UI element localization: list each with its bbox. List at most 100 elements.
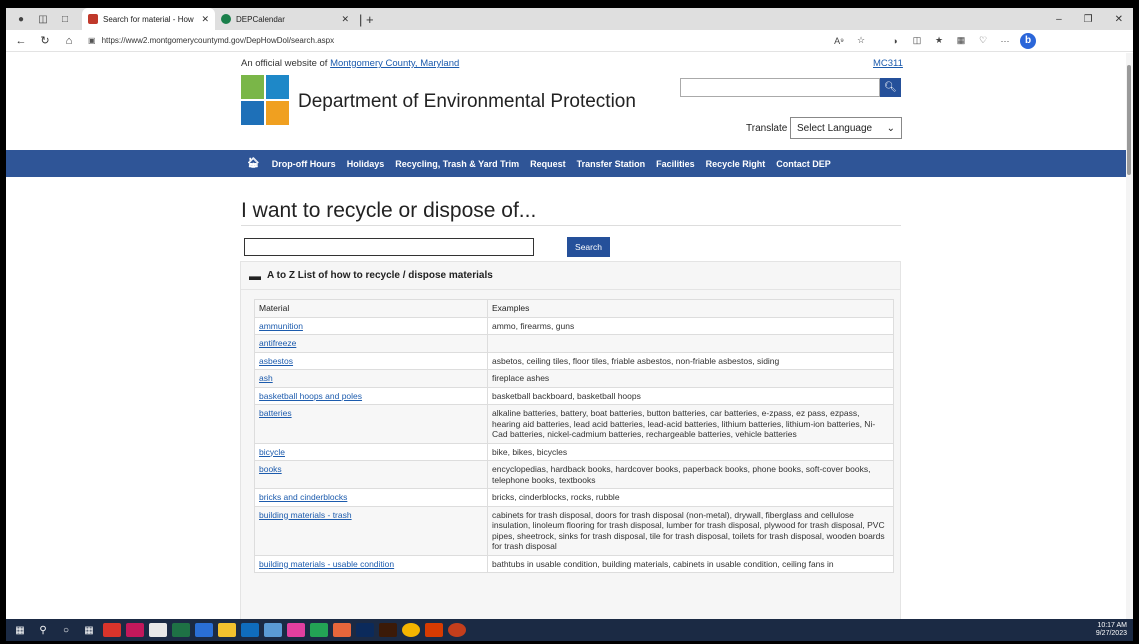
examples-cell — [487, 334, 894, 353]
close-icon[interactable]: ✕ — [201, 14, 209, 25]
official-text: An official website of — [241, 58, 331, 69]
indesign-icon[interactable] — [126, 623, 144, 637]
material-link[interactable]: antifreeze — [254, 334, 488, 353]
material-link[interactable]: bricks and cinderblocks — [254, 488, 488, 507]
tab-actions-icon[interactable]: □ — [58, 12, 72, 26]
table-row: bricks and cinderblocks bricks, cinderblo… — [254, 488, 894, 507]
windows-start-icon[interactable]: ▦ — [11, 625, 29, 636]
collections-icon[interactable]: ◫ — [36, 12, 50, 26]
tab-depcalendar[interactable]: DEPCalendar ✕ — [215, 8, 355, 30]
indesign-2-icon[interactable] — [287, 623, 305, 637]
page-title: Department of Environmental Protection — [298, 91, 636, 112]
minimize-icon[interactable]: – — [1056, 14, 1062, 25]
nav-recycling[interactable]: Recycling, Trash & Yard Trim — [395, 159, 519, 169]
county-link[interactable]: Montgomery County, Maryland — [330, 58, 459, 69]
new-tab-icon[interactable]: | + — [359, 12, 374, 27]
home-icon[interactable]: 🏠︎ — [247, 158, 260, 169]
outlook-icon[interactable] — [241, 623, 259, 637]
back-icon[interactable]: ← — [12, 35, 30, 47]
material-link[interactable]: building materials - trash — [254, 505, 488, 556]
close-window-icon[interactable]: ✕ — [1115, 14, 1123, 25]
table-row: antifreeze — [254, 334, 894, 353]
table-row: basketball hoops and poles basketball bac… — [254, 386, 894, 405]
profile-icon[interactable]: ● — [14, 12, 28, 26]
site-search-input[interactable] — [680, 78, 880, 97]
collections-icon[interactable]: ▦ — [950, 35, 972, 46]
clock-date: 9/27/2023 — [1095, 630, 1127, 637]
tab-search-material[interactable]: Search for material - How to recy ✕ — [82, 8, 215, 30]
mc311-link[interactable]: MC311 — [873, 58, 903, 69]
shield-icon — [88, 14, 98, 24]
table-row: building materials - usable condition bat… — [254, 554, 894, 573]
pdf-icon[interactable] — [149, 623, 167, 637]
dep-logo-icon[interactable] — [241, 75, 289, 125]
material-search-input[interactable] — [244, 238, 534, 256]
material-link[interactable]: batteries — [254, 404, 488, 444]
more-icon[interactable]: ··· — [994, 36, 1016, 46]
photoshop-icon[interactable] — [356, 623, 374, 637]
restore-icon[interactable]: ❐ — [1084, 14, 1093, 25]
powerpoint-icon[interactable] — [425, 623, 443, 637]
a-to-z-panel: ▬ A to Z List of how to recycle / dispos… — [240, 261, 901, 619]
photos-icon[interactable] — [333, 623, 351, 637]
acrobat-icon[interactable] — [103, 623, 121, 637]
material-link[interactable]: building materials - usable condition — [254, 554, 488, 573]
favorites-icon[interactable]: ★ — [928, 35, 950, 46]
nav-recycle-right[interactable]: Recycle Right — [706, 159, 766, 169]
illustrator-icon[interactable] — [379, 623, 397, 637]
split-screen-icon[interactable]: ◫ — [906, 35, 928, 46]
nav-holidays[interactable]: Holidays — [347, 159, 385, 169]
bing-copilot-icon[interactable]: b — [1020, 32, 1036, 49]
edge-icon[interactable] — [310, 623, 328, 637]
search-icon[interactable]: ⚲ — [34, 625, 52, 636]
language-select-value: Select Language — [797, 122, 873, 134]
browser-essentials-icon[interactable]: ♡ — [972, 35, 994, 46]
nav-transfer-station[interactable]: Transfer Station — [577, 159, 646, 169]
panel-header[interactable]: ▬ A to Z List of how to recycle / dispos… — [241, 262, 900, 290]
examples-cell: basketball backboard, basketball hoops — [487, 386, 894, 405]
official-banner — [6, 53, 1126, 71]
scrollbar-thumb[interactable] — [1127, 65, 1131, 175]
nav-request[interactable]: Request — [530, 159, 566, 169]
examples-cell: bathtubs in usable condition, building m… — [487, 554, 894, 573]
refresh-icon[interactable]: ↻ — [36, 34, 54, 47]
material-link[interactable]: books — [254, 460, 488, 489]
material-search-button[interactable]: Search — [567, 237, 610, 257]
excel-icon[interactable] — [172, 623, 190, 637]
system-clock[interactable]: 10:17 AM 9/27/2023 — [1096, 622, 1133, 638]
nav-contact-dep[interactable]: Contact DEP — [776, 159, 831, 169]
nav-facilities[interactable]: Facilities — [656, 159, 695, 169]
cortana-icon[interactable]: ○ — [57, 625, 75, 636]
extension-icon[interactable]: ◑ — [884, 36, 906, 46]
edge-legacy-icon[interactable] — [195, 623, 213, 637]
taskbar: ▦ ⚲ ○ ▦ 10:17 AM 9/27/2023 — [6, 619, 1133, 641]
task-view-icon[interactable]: ▦ — [80, 625, 98, 636]
table-row: ash fireplace ashes — [254, 369, 894, 388]
recycle-icon — [266, 75, 289, 99]
material-link[interactable]: ash — [254, 369, 488, 388]
page-scrollbar[interactable] — [1126, 53, 1133, 619]
record-icon[interactable] — [448, 623, 466, 637]
material-link[interactable]: ammunition — [254, 316, 488, 335]
language-select[interactable]: Select Language ⌄ — [790, 117, 902, 139]
chevron-down-icon: ⌄ — [886, 122, 895, 134]
material-link[interactable]: basketball hoops and poles — [254, 386, 488, 405]
url-field[interactable]: ▣ https://www2.montgomerycountymd.gov/De… — [88, 36, 828, 45]
material-link[interactable]: asbestos — [254, 351, 488, 370]
address-bar: ← ↻ ⌂ ▣ https://www2.montgomerycountymd.… — [6, 30, 1133, 52]
read-aloud-icon[interactable]: A⁹ — [828, 36, 850, 46]
examples-cell: alkaline batteries, battery, boat batter… — [487, 404, 894, 444]
main-heading: I want to recycle or dispose of... — [241, 199, 537, 222]
table-row: books encyclopedias, hardback books, hard… — [254, 460, 894, 489]
close-icon[interactable]: ✕ — [341, 14, 349, 25]
file-explorer-icon[interactable] — [218, 623, 236, 637]
collapse-icon[interactable]: ▬ — [249, 269, 261, 283]
site-search-button[interactable]: 🔍︎ — [880, 78, 901, 97]
material-link[interactable]: bicycle — [254, 442, 488, 461]
column-header-material: Material — [254, 299, 488, 318]
chrome-icon[interactable] — [402, 623, 420, 637]
nav-drop-off-hours[interactable]: Drop-off Hours — [272, 159, 336, 169]
favorite-star-icon[interactable]: ☆ — [850, 35, 872, 46]
teams-icon[interactable] — [264, 623, 282, 637]
home-icon[interactable]: ⌂ — [60, 35, 78, 47]
